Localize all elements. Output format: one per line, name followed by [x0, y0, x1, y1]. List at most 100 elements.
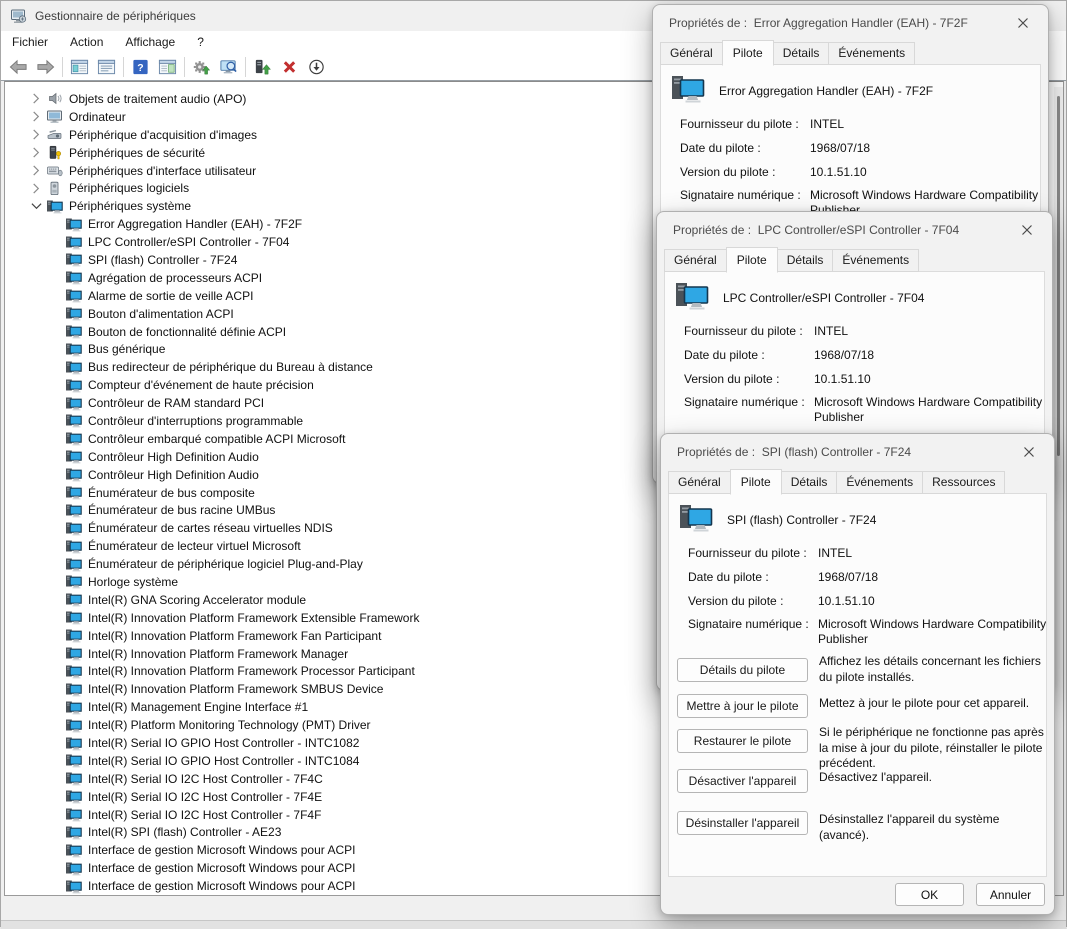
tab-général[interactable]: Général	[668, 471, 731, 494]
field-label: Date du pilote :	[684, 348, 765, 362]
system-device-icon	[65, 503, 82, 518]
tab-pilote[interactable]: Pilote	[730, 469, 782, 495]
tab-général[interactable]: Général	[664, 249, 727, 272]
update-driver-icon[interactable]	[249, 55, 276, 79]
driver-field-row: Fournisseur du pilote :INTEL	[688, 546, 1038, 566]
chevron-right-icon[interactable]	[29, 92, 43, 106]
system-device-icon	[65, 592, 82, 607]
cancel-button[interactable]: Annuler	[976, 883, 1045, 906]
gear-update-icon[interactable]	[188, 55, 215, 79]
system-device-icon	[65, 449, 82, 464]
field-label: Fournisseur du pilote :	[680, 117, 799, 131]
menu-affichage[interactable]: Affichage	[114, 31, 186, 53]
device-name: LPC Controller/eSPI Controller - 7F04	[723, 291, 924, 305]
chevron-down-icon[interactable]	[29, 199, 43, 213]
menu-fichier[interactable]: Fichier	[1, 31, 59, 53]
toolbar-separator	[184, 57, 185, 77]
action-pane-icon[interactable]	[154, 55, 181, 79]
field-label: Signataire numérique :	[688, 617, 809, 631]
system-device-icon	[65, 217, 82, 232]
disable-device-icon[interactable]	[303, 55, 330, 79]
tab-pilote[interactable]: Pilote	[726, 247, 778, 273]
close-icon[interactable]	[1010, 10, 1036, 36]
menu-help[interactable]: ?	[186, 31, 215, 53]
tree-item-label: Ordinateur	[69, 110, 126, 124]
tree-item-label: Intel(R) Innovation Platform Framework M…	[88, 647, 348, 661]
system-device-icon	[65, 682, 82, 697]
properties-dialog-spi: Propriétés de : SPI (flash) Controller -…	[660, 433, 1055, 915]
dialog-footer: OK Annuler	[895, 883, 1045, 906]
dialog-titlebar[interactable]: Propriétés de : LPC Controller/eSPI Cont…	[657, 212, 1052, 248]
help-icon[interactable]: ?	[127, 55, 154, 79]
tree-item-label: Intel(R) Innovation Platform Framework E…	[88, 611, 419, 625]
system-device-icon	[65, 557, 82, 572]
field-value: Microsoft Windows Hardware Compatibility…	[818, 617, 1067, 647]
chevron-right-icon[interactable]	[29, 181, 43, 195]
tree-item-label: Intel(R) GNA Scoring Accelerator module	[88, 593, 306, 607]
uninstall-device-icon[interactable]	[276, 55, 303, 79]
driver-field-row: Signataire numérique :Microsoft Windows …	[688, 617, 1038, 637]
dialog-titlebar[interactable]: Propriétés de : Error Aggregation Handle…	[653, 5, 1048, 41]
tree-item-label: Contrôleur High Definition Audio	[88, 468, 259, 482]
tree-item-label: Énumérateur de cartes réseau virtuelles …	[88, 521, 333, 535]
update-driver-button[interactable]: Mettre à jour le pilote	[677, 694, 808, 718]
device-icon	[674, 281, 710, 311]
tree-item-label: Intel(R) SPI (flash) Controller - AE23	[88, 825, 281, 839]
tree-item-label: Intel(R) Management Engine Interface #1	[88, 700, 308, 714]
tab-row: GénéralPiloteDétailsÉvénementsRessources	[668, 470, 1047, 494]
field-value: 1968/07/18	[818, 570, 1067, 585]
system-device-icon	[65, 324, 82, 339]
tree-item-label: SPI (flash) Controller - 7F24	[88, 253, 237, 267]
system-device-icon	[65, 753, 82, 768]
tree-item-label: Intel(R) Platform Monitoring Technology …	[88, 718, 371, 732]
driver-field-row: Fournisseur du pilote :INTEL	[680, 117, 1032, 137]
show-console-tree-icon[interactable]	[66, 55, 93, 79]
menu-action[interactable]: Action	[59, 31, 114, 53]
ok-button[interactable]: OK	[895, 883, 964, 906]
field-value: 10.1.51.10	[810, 165, 1066, 180]
tab-détails[interactable]: Détails	[773, 42, 830, 65]
system-device-icon	[65, 628, 82, 643]
system-device-icon	[65, 861, 82, 876]
roll-back-driver-button[interactable]: Restaurer le pilote	[677, 729, 808, 753]
close-icon[interactable]	[1014, 217, 1040, 243]
properties-icon[interactable]	[93, 55, 120, 79]
back-icon[interactable]	[5, 55, 32, 79]
tab-détails[interactable]: Détails	[777, 249, 834, 272]
device-name: SPI (flash) Controller - 7F24	[727, 513, 876, 527]
tree-item-label: Contrôleur High Definition Audio	[88, 450, 259, 464]
tab-ressources[interactable]: Ressources	[922, 471, 1005, 494]
tab-événements[interactable]: Événements	[836, 471, 923, 494]
system-device-icon	[65, 252, 82, 267]
system-device-icon	[65, 306, 82, 321]
tree-item-label: Intel(R) Innovation Platform Framework S…	[88, 682, 383, 696]
chevron-right-icon[interactable]	[29, 146, 43, 160]
tab-pilote[interactable]: Pilote	[722, 40, 774, 66]
tree-item-label: Alarme de sortie de veille ACPI	[88, 289, 253, 303]
tab-événements[interactable]: Événements	[828, 42, 915, 65]
speaker-icon	[46, 91, 63, 106]
system-device-icon	[65, 521, 82, 536]
scan-hardware-changes-icon[interactable]	[215, 55, 242, 79]
field-value: 1968/07/18	[814, 348, 1067, 363]
system-device-icon	[65, 718, 82, 733]
chevron-right-icon[interactable]	[29, 164, 43, 178]
chevron-right-icon[interactable]	[29, 128, 43, 142]
security-icon	[46, 145, 63, 160]
tab-détails[interactable]: Détails	[781, 471, 838, 494]
forward-icon[interactable]	[32, 55, 59, 79]
close-icon[interactable]	[1016, 439, 1042, 465]
uninstall-device-button[interactable]: Désinstaller l'appareil	[677, 811, 808, 835]
hid-icon	[46, 163, 63, 178]
driver-details-button[interactable]: Détails du pilote	[677, 658, 808, 682]
system-device-icon	[65, 539, 82, 554]
tab-row: GénéralPiloteDétailsÉvénements	[660, 41, 1041, 65]
tree-item-label: Périphériques logiciels	[69, 181, 189, 195]
disable-device-button[interactable]: Désactiver l'appareil	[677, 769, 808, 793]
tab-général[interactable]: Général	[660, 42, 723, 65]
dialog-titlebar[interactable]: Propriétés de : SPI (flash) Controller -…	[661, 434, 1054, 470]
tree-item-label: Objets de traitement audio (APO)	[69, 92, 246, 106]
chevron-right-icon[interactable]	[29, 110, 43, 124]
computer-icon	[46, 109, 63, 124]
tab-événements[interactable]: Événements	[832, 249, 919, 272]
